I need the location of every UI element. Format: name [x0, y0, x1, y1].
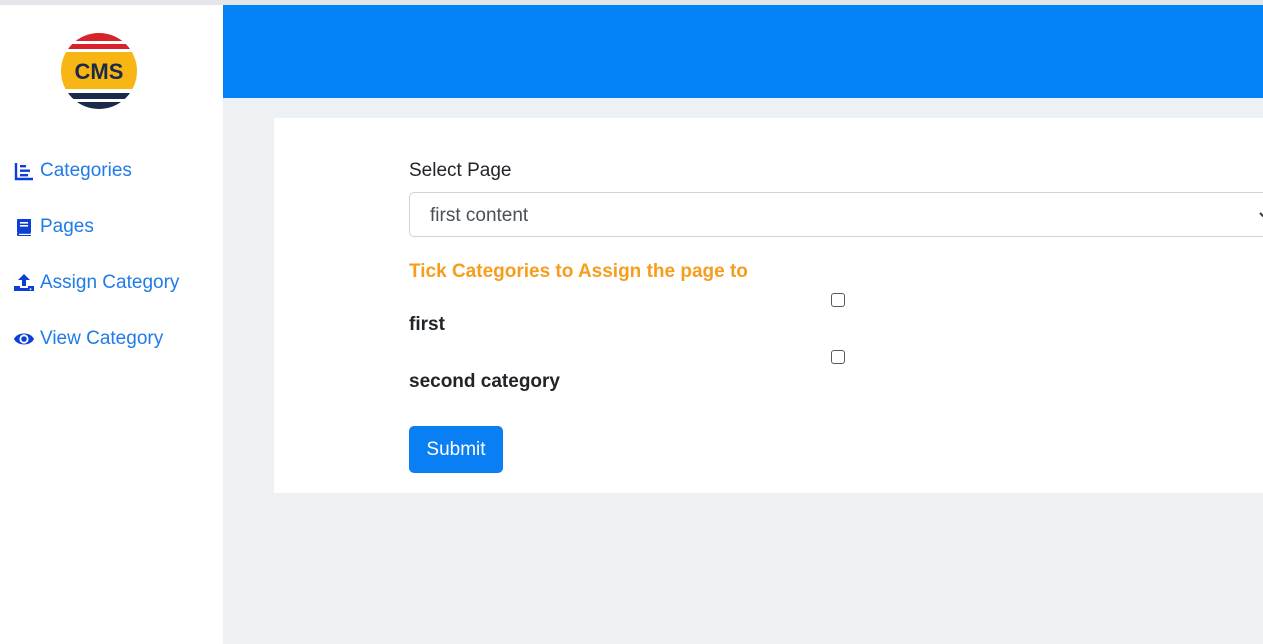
assign-category-card: Select Page first content Tick Categorie… — [274, 118, 1263, 493]
page-select[interactable]: first content — [409, 192, 1263, 237]
eye-icon — [13, 328, 35, 350]
sidebar-item-view-category[interactable]: View Category — [13, 311, 179, 367]
sidebar-item-assign-category[interactable]: Assign Category — [13, 255, 179, 311]
chevron-down-icon — [1258, 193, 1263, 238]
cms-logo-image: CMS — [61, 33, 137, 109]
category-checkbox-first[interactable] — [831, 293, 845, 307]
chart-bar-icon — [13, 160, 35, 182]
upload-icon — [13, 272, 35, 294]
sidebar-item-pages[interactable]: Pages — [13, 199, 179, 255]
sidebar-item-categories[interactable]: Categories — [13, 143, 179, 199]
logo-text: CMS — [75, 59, 124, 84]
select-page-label: Select Page — [409, 160, 512, 181]
sidebar: CMS Categories Pages Assign Category Vie… — [0, 5, 223, 644]
top-header-bar — [223, 5, 1263, 98]
category-label-second: second category — [409, 371, 560, 392]
sidebar-item-label: Pages — [40, 216, 94, 237]
submit-button[interactable]: Submit — [409, 426, 503, 473]
category-label-first: first — [409, 314, 445, 335]
assign-hint-text: Tick Categories to Assign the page to — [409, 261, 748, 282]
sidebar-nav: Categories Pages Assign Category View Ca… — [13, 143, 179, 367]
page-select-value: first content — [430, 205, 529, 226]
sidebar-item-label: Categories — [40, 160, 132, 181]
book-icon — [13, 216, 35, 238]
category-checkbox-second[interactable] — [831, 350, 845, 364]
sidebar-item-label: View Category — [40, 328, 164, 349]
sidebar-item-label: Assign Category — [40, 272, 180, 293]
cms-logo[interactable]: CMS — [58, 29, 140, 115]
